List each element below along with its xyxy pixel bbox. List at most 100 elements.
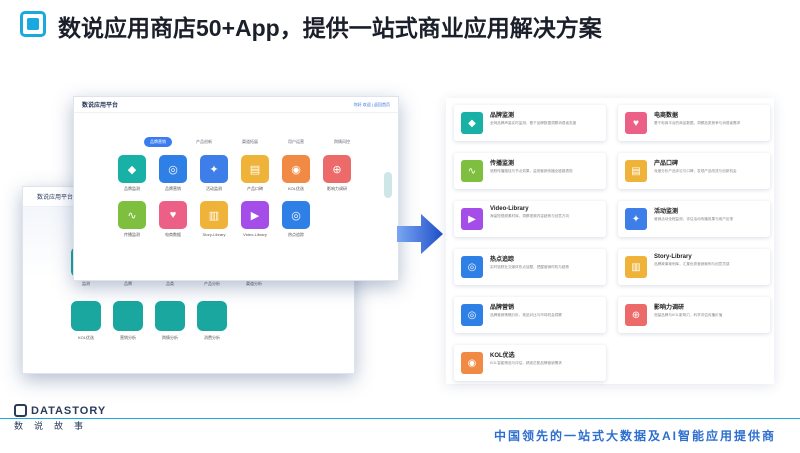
app-card-icon: ◆ <box>461 112 483 134</box>
app-item[interactable]: ✦ 活动监测 <box>200 155 228 192</box>
app-card-icon: ▶ <box>461 208 483 230</box>
back-app-label: 渠道分析 <box>246 281 262 286</box>
back-app-label: 品牌 <box>124 281 132 286</box>
app-card[interactable]: ◎ 品牌营销品牌营销策略分析，竞品对比与市场机会洞察 <box>454 297 606 333</box>
app-card-desc: 海量短视频素材库，洞察视频内容趋势与创意方向 <box>490 214 570 218</box>
app-tile-icon: ◉ <box>282 155 310 183</box>
app-tile-icon: ◎ <box>282 201 310 229</box>
tab-0[interactable]: 品牌营销 <box>144 137 172 147</box>
app-card-icon: ♥ <box>625 112 647 134</box>
app-card-icon: ▥ <box>625 256 647 278</box>
app-label: 品牌营销 <box>165 186 181 191</box>
arrow-right-icon <box>397 214 443 254</box>
front-app-logo: 数说应用平台 <box>82 103 119 109</box>
app-card-icon: ▤ <box>625 160 647 182</box>
app-item[interactable]: ♥ 电商数据 <box>159 201 187 238</box>
app-card-name: 活动监测 <box>654 209 679 215</box>
front-user-links[interactable]: 你好 欢迎 | 返回首页 <box>354 102 390 108</box>
back-app-item[interactable]: 消费分析 <box>197 301 227 341</box>
app-item[interactable]: ⊕ 影响力调研 <box>323 155 351 192</box>
app-item[interactable]: ▥ Story-Library <box>200 201 228 238</box>
app-card[interactable]: ⊕ 影响力调研测量品牌与KOL影响力，科学评估传播价值 <box>618 297 770 333</box>
app-item[interactable]: ◆ 品牌监测 <box>118 155 146 192</box>
app-item[interactable]: ▶ Video-Library <box>241 201 269 238</box>
app-tile-icon: ♥ <box>159 201 187 229</box>
app-card[interactable]: ▥ Story-Library 品牌故事案例库，汇集优秀营销案例与创意灵感 <box>618 249 770 285</box>
app-card-name: 品牌营销 <box>490 305 515 311</box>
app-card-name: 品牌监测 <box>490 113 515 119</box>
back-app-label: KOL优选 <box>77 335 94 340</box>
app-label: 品牌监测 <box>124 186 140 191</box>
app-card-name: KOL优选 <box>490 353 515 359</box>
app-tile-icon: ◎ <box>159 155 187 183</box>
corner-logo-icon <box>20 11 46 37</box>
slide-title: 数说应用商店50+App，提供一站式商业应用解决方案 <box>58 15 602 41</box>
app-label: 活动监测 <box>206 186 222 191</box>
app-card-name: 影响力调研 <box>654 305 685 311</box>
side-handle[interactable] <box>384 172 392 198</box>
app-card[interactable]: ◆ 品牌监测全网品牌声量实时监测，基于品牌数据洞察消费者态度 <box>454 105 606 141</box>
app-item[interactable]: ∿ 传播监测 <box>118 201 146 238</box>
app-card-desc: 基于电商平台的商品数据，洞察品类竞争与消费者需求 <box>654 121 741 125</box>
app-card[interactable]: ▤ 产品口碑深度分析产品评论与口碑，发现产品改进与创新机会 <box>618 153 770 189</box>
app-card-icon: ◎ <box>461 256 483 278</box>
app-label: KOL优选 <box>287 186 304 191</box>
datastory-logo-icon <box>14 404 27 417</box>
app-card-desc: 全网品牌声量实时监测，基于品牌数据洞察消费者态度 <box>490 121 577 125</box>
back-app-item[interactable]: 营销分析 <box>113 301 143 341</box>
app-item[interactable]: ◉ KOL优选 <box>282 155 310 192</box>
app-card-desc: 深度分析产品评论与口碑，发现产品改进与创新机会 <box>654 169 737 173</box>
app-card-icon: ◉ <box>461 352 483 374</box>
app-item[interactable]: ◎ 热点追踪 <box>282 201 310 238</box>
app-card[interactable]: ✦ 活动监测营销活动全程监测，评估活动传播效果与用户反馈 <box>618 201 770 237</box>
app-label: 传播监测 <box>124 232 140 237</box>
back-app-label: 监测 <box>82 281 90 286</box>
app-item[interactable]: ▤ 产品口碑 <box>241 155 269 192</box>
back-app-label: 产品分析 <box>204 281 220 286</box>
app-label: 热点追踪 <box>288 232 304 237</box>
tab-4[interactable]: 舆情风控 <box>328 137 356 147</box>
app-card[interactable]: ◎ 热点追踪实时追踪社交媒体热点话题，把握营销时机与趋势 <box>454 249 606 285</box>
tab-1[interactable]: 产品创新 <box>190 137 218 147</box>
app-card[interactable]: ◉ KOL优选 KOL智能筛选与评估，精准匹配品牌营销需求 <box>454 345 606 381</box>
app-card[interactable]: ♥ 电商数据基于电商平台的商品数据，洞察品类竞争与消费者需求 <box>618 105 770 141</box>
app-item[interactable]: ◎ 品牌营销 <box>159 155 187 192</box>
app-card-name: 产品口碑 <box>654 161 679 167</box>
app-card-icon: ⊕ <box>625 304 647 326</box>
back-app-tile-icon <box>71 301 101 331</box>
slide: 数说应用商店50+App，提供一站式商业应用解决方案 数说应用平台 监测 品牌 品类… <box>0 0 800 453</box>
app-card-desc: 测量品牌与KOL影响力，科学评估传播价值 <box>654 313 723 317</box>
front-app-screenshot: 数说应用平台 你好 欢迎 | 返回首页 品牌营销 产品创新 渠道拓展 用户运营 舆情风控… <box>73 96 399 281</box>
app-label: Video-Library <box>243 232 267 237</box>
back-app-label: 品类 <box>166 281 174 286</box>
app-tile-icon: ✦ <box>200 155 228 183</box>
tab-3[interactable]: 用户运营 <box>282 137 310 147</box>
back-app-label: 营销分析 <box>120 335 136 340</box>
app-label: 影响力调研 <box>327 186 347 191</box>
app-card-name: 热点追踪 <box>490 257 515 263</box>
app-tile-icon: ∿ <box>118 201 146 229</box>
tab-2[interactable]: 渠道拓展 <box>236 137 264 147</box>
app-card-desc: 追踪传播路径与节点效果，监测营销传播全链路表现 <box>490 169 573 173</box>
app-card-name: 电商数据 <box>654 113 679 119</box>
app-tile-icon: ▥ <box>200 201 228 229</box>
category-tabs: 品牌营销 产品创新 渠道拓展 用户运营 舆情风控 <box>144 137 356 147</box>
back-row-2: KOL优选 营销分析 舆情分析 消费分析 <box>71 301 227 341</box>
app-card-name: Story-Library <box>654 254 692 260</box>
back-app-item[interactable]: KOL优选 <box>71 301 101 341</box>
app-card-icon: ◎ <box>461 304 483 326</box>
back-app-item[interactable]: 舆情分析 <box>155 301 185 341</box>
app-card-icon: ∿ <box>461 160 483 182</box>
app-card-desc: 品牌营销策略分析，竞品对比与市场机会洞察 <box>490 313 562 317</box>
app-tile-icon: ▶ <box>241 201 269 229</box>
app-tile-icon: ⊕ <box>323 155 351 183</box>
back-app-tile-icon <box>197 301 227 331</box>
app-catalog-panel: ◆ 品牌监测全网品牌声量实时监测，基于品牌数据洞察消费者态度 ♥ 电商数据基于电商平台… <box>446 98 774 384</box>
app-card[interactable]: ∿ 传播监测 追踪传播路径与节点效果，监测营销传播全链路表现 <box>454 153 606 189</box>
app-card-icon: ✦ <box>625 208 647 230</box>
back-app-tile-icon <box>113 301 143 331</box>
app-card-desc: 实时追踪社交媒体热点话题，把握营销时机与趋势 <box>490 265 570 269</box>
app-card-desc: 营销活动全程监测，评估活动传播效果与用户反馈 <box>654 217 734 221</box>
app-card[interactable]: ▶ Video-Library 海量短视频素材库，洞察视频内容趋势与创意方向 <box>454 201 606 237</box>
slogan: 中国领先的一站式大数据及AI智能应用提供商 <box>493 429 776 443</box>
